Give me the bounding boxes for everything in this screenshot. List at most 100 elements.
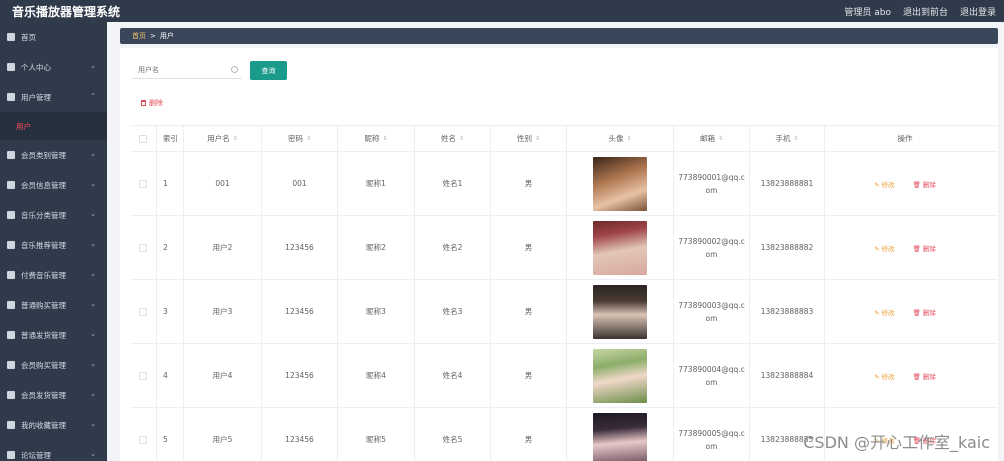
list-icon xyxy=(7,421,15,429)
table-header: 索引 用户名 ⇕ 密码 ⇕ 昵称 ⇕ 姓名 ⇕ 性别 ⇕ 头像 ⇕ 邮箱 ⇕ 手机 ⇕ 操作 xyxy=(130,126,998,152)
cell-index: 4 xyxy=(157,344,184,407)
header-gender[interactable]: 性别 ⇕ xyxy=(491,126,567,151)
edit-button[interactable]: ✎ 修改 xyxy=(874,371,895,381)
chevron-down-icon: ⌄ xyxy=(90,330,96,338)
avatar[interactable] xyxy=(593,156,647,211)
to-frontend-link[interactable]: 退出到前台 xyxy=(903,5,948,18)
header-email[interactable]: 邮箱 ⇕ xyxy=(674,126,750,151)
cell-gender: 男 xyxy=(491,280,567,343)
avatar[interactable] xyxy=(593,412,647,461)
cell-index: 3 xyxy=(157,280,184,343)
search-button[interactable]: 查询 xyxy=(250,61,287,80)
header-phone[interactable]: 手机 ⇕ xyxy=(750,126,825,151)
sidebar-item-member-info[interactable]: 会员信息管理 ⌄ xyxy=(0,170,107,200)
top-links: 管理员 abo 退出到前台 退出登录 xyxy=(844,5,996,18)
cell-nickname: 昵称5 xyxy=(338,408,415,461)
cell-gender: 男 xyxy=(491,344,567,407)
sidebar-item-member-category[interactable]: 会员类别管理 ⌄ xyxy=(0,140,107,170)
sort-icon: ⇕ xyxy=(534,135,541,142)
table-row: 1 001 001 昵称1 姓名1 男 773890001@qq.com 138… xyxy=(130,152,998,216)
header-password[interactable]: 密码 ⇕ xyxy=(262,126,338,151)
cell-name: 姓名3 xyxy=(415,280,491,343)
cell-password: 123456 xyxy=(262,344,338,407)
cell-index: 5 xyxy=(157,408,184,461)
row-checkbox-cell xyxy=(130,152,157,215)
delete-button[interactable]: 🗑 删除 xyxy=(913,307,936,317)
header-label: 密码 xyxy=(287,134,303,143)
sidebar-item-label: 个人中心 xyxy=(21,62,51,72)
delete-button[interactable]: 🗑 删除 xyxy=(913,371,936,381)
user-table: 索引 用户名 ⇕ 密码 ⇕ 昵称 ⇕ 姓名 ⇕ 性别 ⇕ 头像 ⇕ 邮箱 ⇕ 手机 ⇕ 操作 1… xyxy=(130,125,998,461)
row-checkbox-cell xyxy=(130,216,157,279)
header-nickname[interactable]: 昵称 ⇕ xyxy=(338,126,415,151)
sidebar-item-label: 论坛管理 xyxy=(21,450,51,460)
sidebar-item-home[interactable]: 首页 xyxy=(0,22,107,52)
chevron-down-icon: ⌄ xyxy=(90,420,96,428)
search-icon xyxy=(231,66,238,73)
mail-icon xyxy=(7,391,15,399)
sidebar-item-personal[interactable]: 个人中心 ⌄ xyxy=(0,52,107,82)
header-avatar[interactable]: 头像 ⇕ xyxy=(567,126,674,151)
edit-label: 修改 xyxy=(881,180,895,189)
cell-email: 773890002@qq.com xyxy=(674,216,750,279)
avatar[interactable] xyxy=(593,220,647,275)
search-input[interactable] xyxy=(132,66,227,74)
edit-button[interactable]: ✎ 修改 xyxy=(874,243,895,253)
cell-avatar xyxy=(567,280,674,343)
logout-link[interactable]: 退出登录 xyxy=(960,5,996,18)
sidebar-item-normal-purchase[interactable]: 普通购买管理 ⌄ xyxy=(0,290,107,320)
sidebar-item-normal-shipping[interactable]: 普通发货管理 ⌄ xyxy=(0,320,107,350)
cell-email: 773890004@qq.com xyxy=(674,344,750,407)
table-row: 3 用户3 123456 昵称3 姓名3 男 773890003@qq.com … xyxy=(130,280,998,344)
sidebar-item-member-purchase[interactable]: 会员购买管理 ⌄ xyxy=(0,350,107,380)
chevron-down-icon: ⌄ xyxy=(90,210,96,218)
header-label: 性别 xyxy=(516,134,532,143)
card-icon xyxy=(7,271,15,279)
edit-label: 修改 xyxy=(881,372,895,381)
header-label: 操作 xyxy=(897,134,913,143)
sidebar-item-music-recommend[interactable]: 音乐推荐管理 ⌄ xyxy=(0,230,107,260)
cell-phone: 13823888884 xyxy=(750,344,825,407)
edit-button[interactable]: ✎ 修改 xyxy=(874,307,895,317)
select-all-checkbox[interactable] xyxy=(139,134,147,143)
avatar[interactable] xyxy=(593,348,647,403)
header-actions: 操作 xyxy=(825,126,985,151)
row-checkbox[interactable] xyxy=(139,435,147,444)
sidebar-item-music-category[interactable]: 音乐分类管理 ⌄ xyxy=(0,200,107,230)
header-username[interactable]: 用户名 ⇕ xyxy=(184,126,262,151)
cell-nickname: 昵称3 xyxy=(338,280,415,343)
sidebar-item-member-shipping[interactable]: 会员发货管理 ⌄ xyxy=(0,380,107,410)
admin-label: 管理员 abo xyxy=(844,8,891,18)
row-checkbox[interactable] xyxy=(139,371,147,380)
sidebar-item-forum[interactable]: 论坛管理 ⌄ xyxy=(0,440,107,461)
avatar[interactable] xyxy=(593,284,647,339)
sidebar-item-users[interactable]: 用户管理 ⌃ xyxy=(0,82,107,112)
cell-gender: 男 xyxy=(491,152,567,215)
cell-username: 用户2 xyxy=(184,216,262,279)
header-name[interactable]: 姓名 ⇕ xyxy=(415,126,491,151)
delete-label: 删除 xyxy=(922,180,936,189)
row-checkbox[interactable] xyxy=(139,307,147,316)
grid-icon xyxy=(7,181,15,189)
main-content: 查询 删除 索引 用户名⇕ 密码⇕ 昵称⇕ 姓名⇕ 性别⇕ 头像⇕ 邮箱⇕ 手机… xyxy=(120,48,998,461)
row-checkbox[interactable] xyxy=(139,179,147,188)
sort-icon: ⇕ xyxy=(305,135,312,142)
delete-button[interactable]: 🗑 删除 xyxy=(913,243,936,253)
header-label: 索引 xyxy=(163,134,178,143)
cell-avatar xyxy=(567,216,674,279)
sidebar-item-label: 普通发货管理 xyxy=(21,330,66,340)
sidebar-subitem-user[interactable]: 用户 xyxy=(0,112,107,140)
sidebar-item-label: 我的收藏管理 xyxy=(21,420,66,430)
breadcrumb-home[interactable]: 首页 xyxy=(132,31,146,41)
delete-button[interactable]: 🗑 删除 xyxy=(913,179,936,189)
chevron-down-icon: ⌄ xyxy=(90,300,96,308)
sidebar-item-label: 首页 xyxy=(21,32,36,42)
sidebar-item-favorites[interactable]: 我的收藏管理 ⌄ xyxy=(0,410,107,440)
row-checkbox[interactable] xyxy=(139,243,147,252)
edit-button[interactable]: ✎ 修改 xyxy=(874,179,895,189)
chevron-down-icon: ⌄ xyxy=(90,270,96,278)
batch-delete-button[interactable]: 删除 xyxy=(141,98,163,108)
user-icon xyxy=(7,63,15,71)
sidebar-item-paid-music[interactable]: 付费音乐管理 ⌄ xyxy=(0,260,107,290)
header-checkbox-cell xyxy=(130,126,157,151)
